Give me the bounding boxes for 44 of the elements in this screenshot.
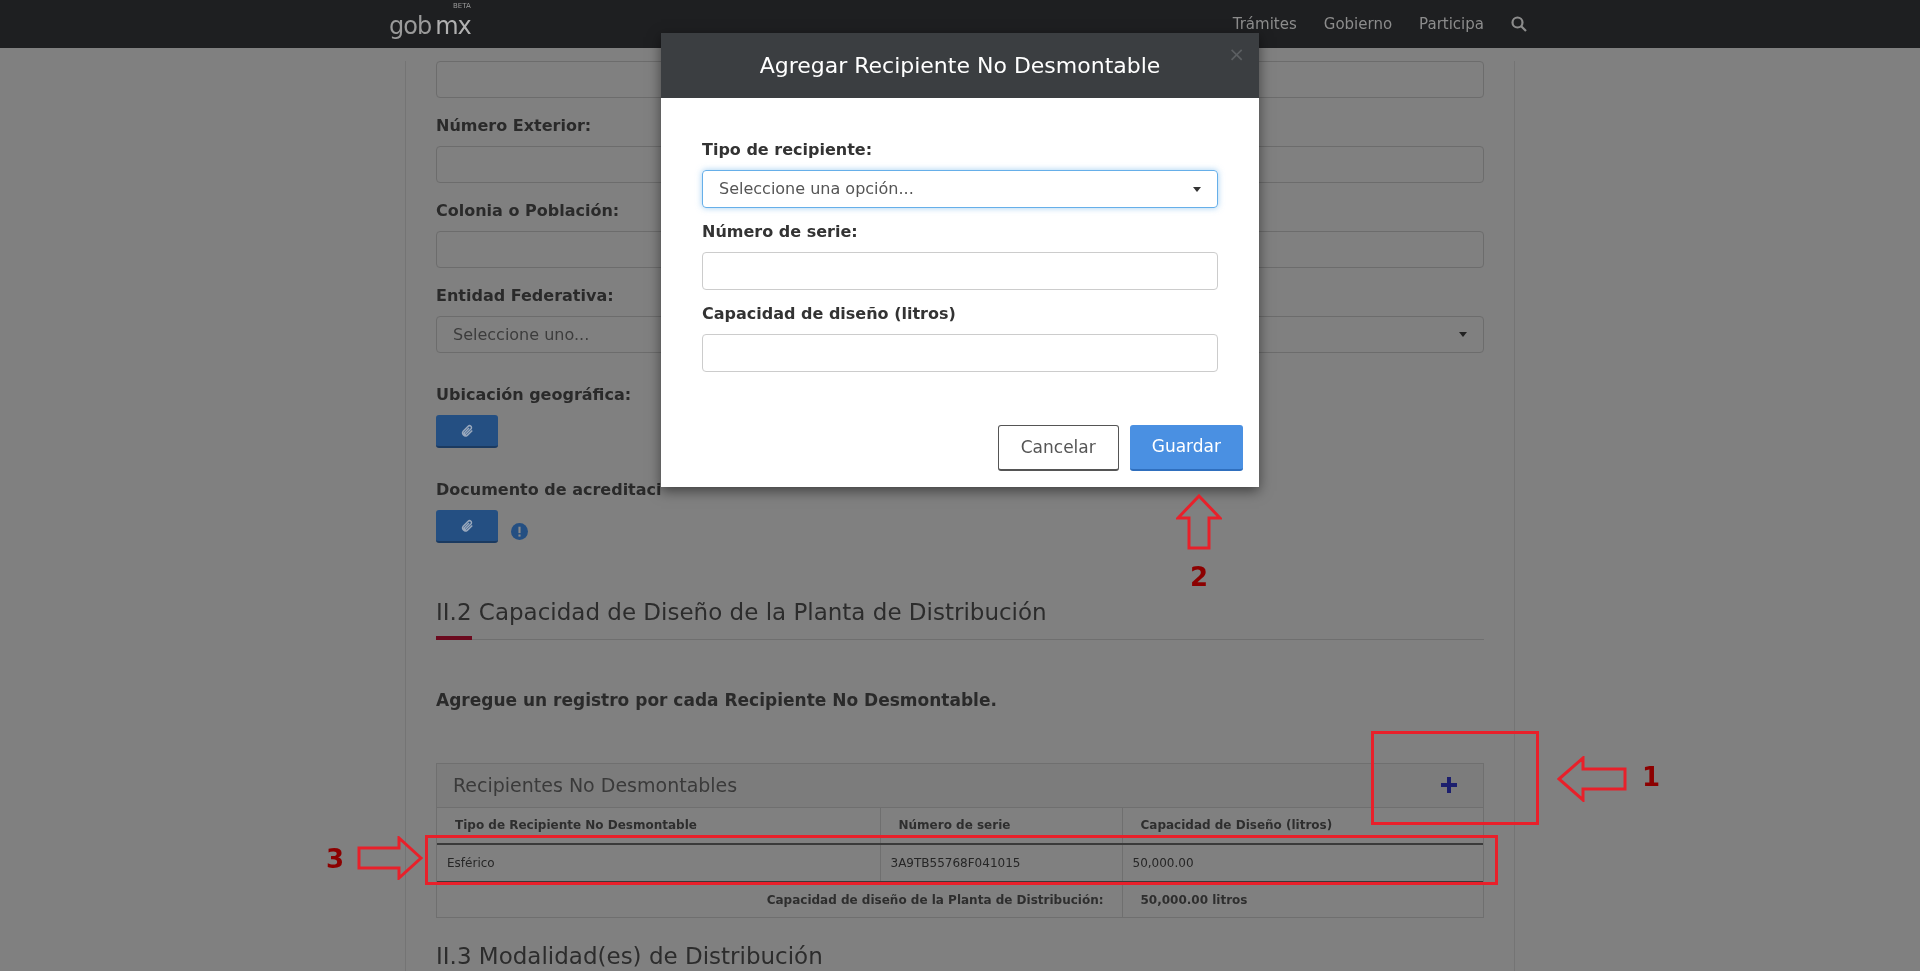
field-label: Capacidad de diseño (litros): [702, 303, 957, 325]
add-icon[interactable]: [1441, 777, 1457, 793]
modal-title: Agregar Recipiente No Desmontable: [759, 52, 1161, 80]
save-button[interactable]: Guardar: [1129, 425, 1243, 471]
field-label: Documento de acreditaci: [436, 479, 663, 501]
arrow-annotation: [1176, 494, 1222, 550]
annotation-number: 1: [1642, 761, 1661, 794]
field-label: Ubicación geográfica:: [436, 384, 633, 406]
arrow-annotation: [1557, 756, 1627, 802]
total-value: 50,000.00 litros: [1122, 881, 1483, 917]
input-field[interactable]: [702, 252, 1218, 290]
nav-link[interactable]: Trámites: [1232, 12, 1297, 36]
table-cell: Esférico: [437, 843, 880, 882]
field-label: Número de serie:: [702, 221, 859, 243]
cancel-button[interactable]: Cancelar: [997, 425, 1119, 471]
column-header: Capacidad de Diseño (litros): [1122, 807, 1483, 844]
attach-button[interactable]: [436, 510, 498, 543]
nav-link[interactable]: Participa: [1419, 12, 1484, 36]
search-icon[interactable]: [1511, 16, 1527, 32]
caret-icon: [1459, 332, 1467, 337]
input-field[interactable]: [702, 334, 1218, 372]
table-cell: 3A9TB55768F041015: [880, 843, 1122, 882]
arrow-annotation: [357, 836, 423, 880]
total-label: Capacidad de diseño de la Planta de Distribución:: [437, 881, 1122, 917]
select-field[interactable]: Seleccione una opción...: [702, 170, 1218, 208]
section-heading: II.2 Capacidad de Diseño de la Planta de Distribución: [436, 598, 1047, 626]
paperclip-icon: [460, 518, 474, 533]
nav-link[interactable]: Gobierno: [1323, 12, 1393, 36]
section-heading: II.3 Modalidad(es) de Distribución: [436, 941, 823, 970]
field-label: Colonia o Población:: [436, 200, 621, 222]
field-label: Tipo de recipiente:: [702, 139, 874, 161]
caret-icon: [1193, 186, 1201, 192]
annotation-number: 2: [1190, 561, 1209, 594]
column-header: Número de serie: [880, 807, 1122, 844]
annotation-number: 3: [326, 843, 345, 876]
site-logo[interactable]: gob mx: [389, 8, 471, 44]
field-label: Número Exterior:: [436, 115, 593, 137]
field-label: Entidad Federativa:: [436, 285, 615, 307]
table-cell: 50,000.00: [1122, 843, 1483, 882]
attach-button[interactable]: [436, 415, 498, 448]
panel-title: Recipientes No Desmontables: [453, 772, 738, 798]
instruction-text: Agregue un registro por cada Recipiente No Desmontable.: [436, 689, 998, 712]
column-header: Tipo de Recipiente No Desmontable: [437, 807, 880, 844]
paperclip-icon: [460, 423, 474, 438]
